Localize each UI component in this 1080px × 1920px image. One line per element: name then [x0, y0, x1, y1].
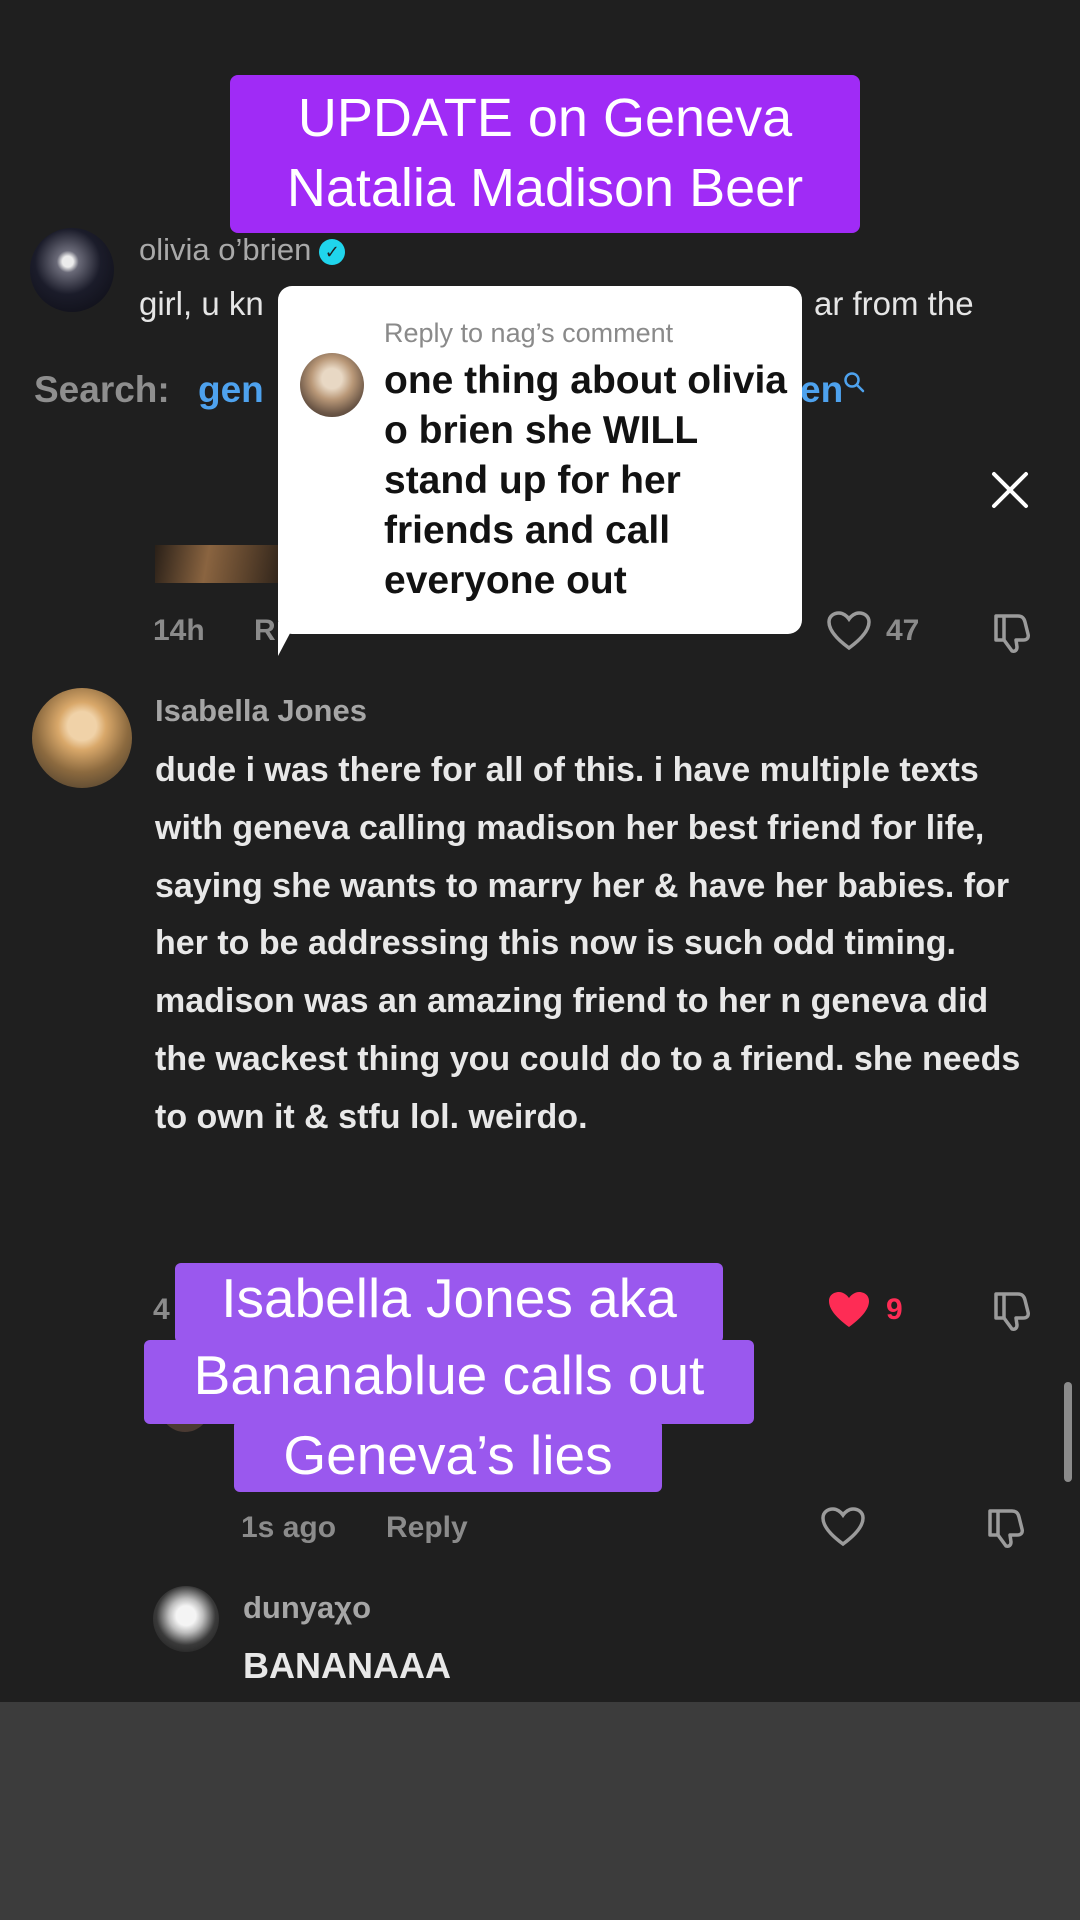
comment-time-partial: 4 [153, 1293, 170, 1326]
caption-line-2: Bananablue calls out [144, 1340, 754, 1424]
avatar-olivia[interactable] [30, 228, 114, 312]
like-heart-icon[interactable] [820, 1506, 866, 1548]
title-line-2: Natalia Madison Beer [286, 158, 804, 218]
avatar-isabella[interactable] [32, 688, 132, 788]
caption-line-3: Geneva’s lies [234, 1420, 662, 1492]
liked-heart-icon[interactable] [826, 1289, 872, 1331]
caption-line-1: Isabella Jones aka [175, 1263, 723, 1343]
reply-card-tail [278, 622, 296, 656]
reply-time: 1s ago [241, 1511, 337, 1544]
comment-text-dunya: BANANAAA [243, 1645, 451, 1686]
comment-text-isabella: dude i was there for all of this. i have… [155, 751, 1021, 1136]
like-count: 47 [886, 614, 920, 647]
search-term-left[interactable]: gen [198, 369, 264, 411]
comment-text-olivia-right: ar from the [814, 285, 974, 322]
scrollbar[interactable] [1064, 1382, 1072, 1482]
dislike-icon[interactable] [990, 1286, 1036, 1332]
comment-image-thumbnail[interactable] [155, 545, 285, 583]
search-icon[interactable] [842, 370, 866, 394]
dislike-icon[interactable] [984, 1503, 1030, 1549]
comment-username-olivia[interactable]: olivia o’brien ✓ [139, 232, 346, 268]
reply-button-partial[interactable]: R [254, 614, 276, 648]
comments-screen: olivia o’brien ✓ girl, u kn ar from the S… [0, 0, 1080, 1702]
title-line-1: UPDATE on Geneva [297, 88, 793, 148]
comment-text-olivia-left: girl, u kn [139, 285, 264, 322]
reply-button[interactable]: Reply [386, 1511, 468, 1545]
bottom-blank-area [0, 1702, 1080, 1920]
dislike-icon[interactable] [990, 608, 1036, 654]
like-count-isabella: 9 [886, 1293, 903, 1326]
reply-card-header: Reply to nag’s comment [384, 318, 674, 348]
like-heart-icon[interactable] [826, 610, 872, 652]
comment-time: 14h [153, 614, 205, 647]
avatar-nag [300, 353, 364, 417]
search-label: Search: [34, 369, 170, 410]
verified-badge-icon: ✓ [319, 238, 346, 265]
comment-username-isabella[interactable]: Isabella Jones [155, 693, 367, 729]
close-icon[interactable] [988, 468, 1032, 512]
comment-username-dunya[interactable]: dunyaχo [243, 1590, 371, 1626]
username-text: olivia o’brien [139, 232, 312, 267]
reply-card-body: one thing about olivia o brien she WILL … [384, 359, 787, 602]
search-term-right[interactable]: en [800, 369, 843, 411]
video-title-overlay: UPDATE on Geneva Natalia Madison Beer [230, 75, 860, 233]
avatar-dunya[interactable] [153, 1586, 219, 1652]
